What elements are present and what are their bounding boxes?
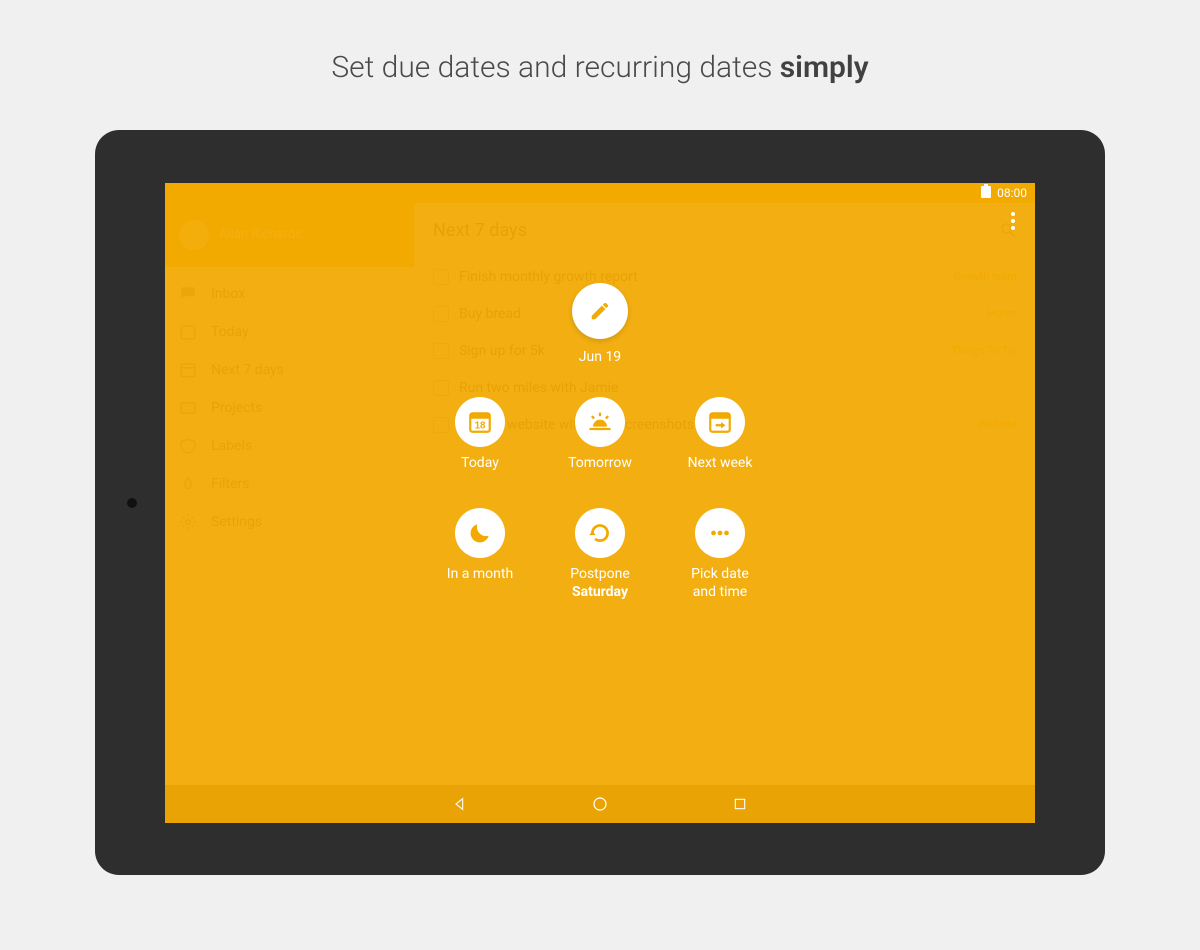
date-option-today[interactable]: 18 Today — [420, 397, 540, 473]
nav-recent-button[interactable] — [730, 794, 750, 814]
option-label-line1: Pick date — [691, 566, 749, 584]
headline-bold: simply — [780, 50, 869, 85]
android-nav-bar — [165, 785, 1035, 823]
square-recent-icon — [732, 796, 748, 812]
device-screen: 08:00 Allan Richards Inbox Today — [165, 183, 1035, 823]
date-option-in-a-month[interactable]: In a month — [420, 508, 540, 601]
battery-icon — [981, 184, 991, 201]
calendar-next-icon — [707, 409, 733, 435]
edit-date-button[interactable] — [572, 283, 628, 339]
svg-text:18: 18 — [475, 420, 486, 431]
pencil-icon — [589, 300, 611, 322]
date-option-postpone[interactable]: Postpone Saturday — [540, 508, 660, 601]
moon-icon — [467, 520, 493, 546]
option-label: Tomorrow — [568, 455, 632, 473]
nav-home-button[interactable] — [590, 794, 610, 814]
option-label-line2: Saturday — [572, 584, 628, 602]
toolbar — [999, 207, 1027, 235]
date-option-next-week[interactable]: Next week — [660, 397, 780, 473]
headline-text: Set due dates and recurring dates — [331, 50, 779, 85]
date-option-tomorrow[interactable]: Tomorrow — [540, 397, 660, 473]
tablet-frame: 08:00 Allan Richards Inbox Today — [95, 130, 1105, 875]
current-date-label: Jun 19 — [579, 349, 621, 365]
status-bar: 08:00 — [165, 183, 1035, 203]
triangle-back-icon — [452, 796, 468, 812]
option-label-line2: and time — [693, 584, 747, 602]
option-label: Next week — [688, 455, 753, 473]
option-label-line1: Postpone — [570, 566, 630, 584]
calendar-today-icon: 18 — [467, 409, 493, 435]
date-options-grid: 18 Today — [420, 397, 780, 602]
date-option-pick-date-time[interactable]: Pick date and time — [660, 508, 780, 601]
overflow-menu-button[interactable] — [999, 207, 1027, 235]
option-label: Today — [461, 455, 499, 473]
status-clock: 08:00 — [997, 186, 1027, 200]
date-picker-overlay[interactable]: Jun 19 18 Today — [165, 203, 1035, 785]
option-label: In a month — [447, 566, 513, 584]
sunrise-icon — [586, 408, 614, 436]
marketing-headline: Set due dates and recurring dates simply — [0, 50, 1200, 85]
nav-back-button[interactable] — [450, 794, 470, 814]
postpone-icon — [587, 520, 613, 546]
tablet-camera — [127, 498, 137, 508]
circle-home-icon — [591, 795, 609, 813]
ellipsis-icon — [707, 520, 733, 546]
